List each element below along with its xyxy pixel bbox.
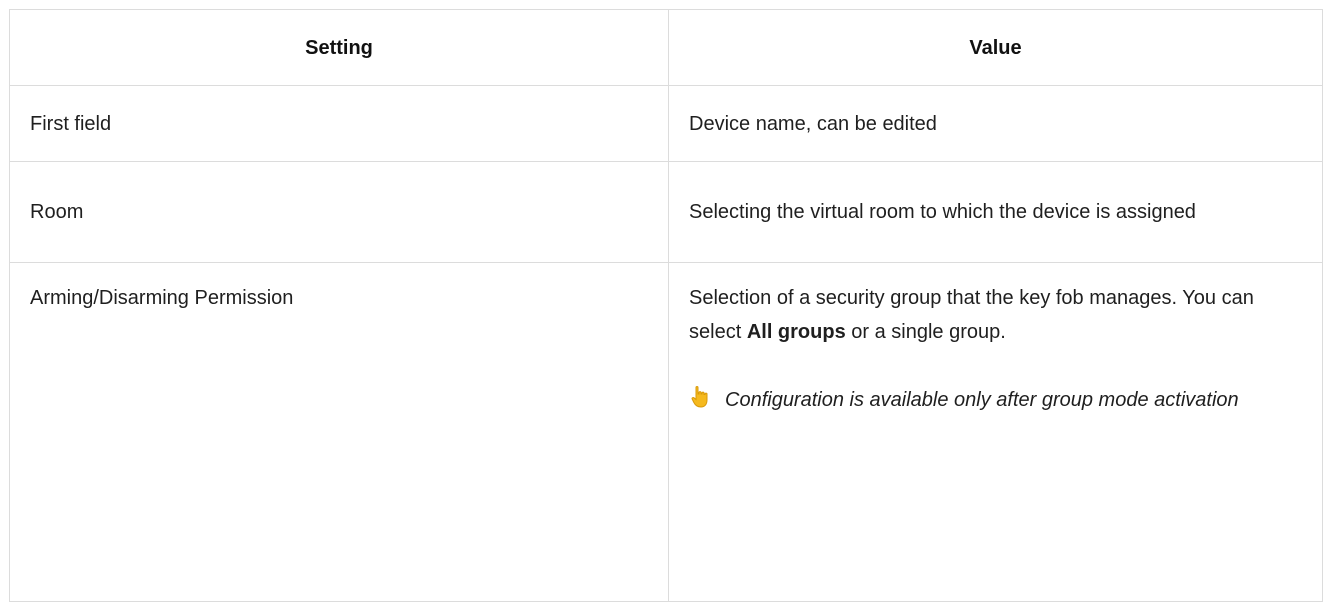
setting-column-header: Setting <box>9 9 669 86</box>
table-header-row: Setting Value <box>9 9 1323 86</box>
table-header: Setting Value <box>9 9 1323 86</box>
configuration-note: Configuration is available only after gr… <box>689 383 1292 417</box>
settings-table: Setting Value First field Device name, c… <box>9 9 1323 602</box>
table-body: First field Device name, can be edited R… <box>9 85 1323 602</box>
value-column-header: Value <box>668 9 1323 86</box>
value-cell-first-field: Device name, can be edited <box>668 85 1323 162</box>
value-cell-arming-permission: Selection of a security group that the k… <box>668 262 1323 602</box>
table-row: First field Device name, can be edited <box>9 85 1323 162</box>
value-text-after-bold: or a single group. <box>845 321 1006 343</box>
all-groups-emphasis: All groups <box>746 321 846 343</box>
configuration-note-text: Configuration is available only after gr… <box>725 389 1239 411</box>
value-cell-room: Selecting the virtual room to which the … <box>668 161 1323 263</box>
pointing-hand-icon <box>689 384 715 410</box>
setting-cell-room: Room <box>9 161 669 263</box>
table-row: Room Selecting the virtual room to which… <box>9 161 1323 263</box>
table-row: Arming/Disarming Permission Selection of… <box>9 262 1323 602</box>
setting-cell-first-field: First field <box>9 85 669 162</box>
setting-cell-arming-permission: Arming/Disarming Permission <box>9 262 669 602</box>
